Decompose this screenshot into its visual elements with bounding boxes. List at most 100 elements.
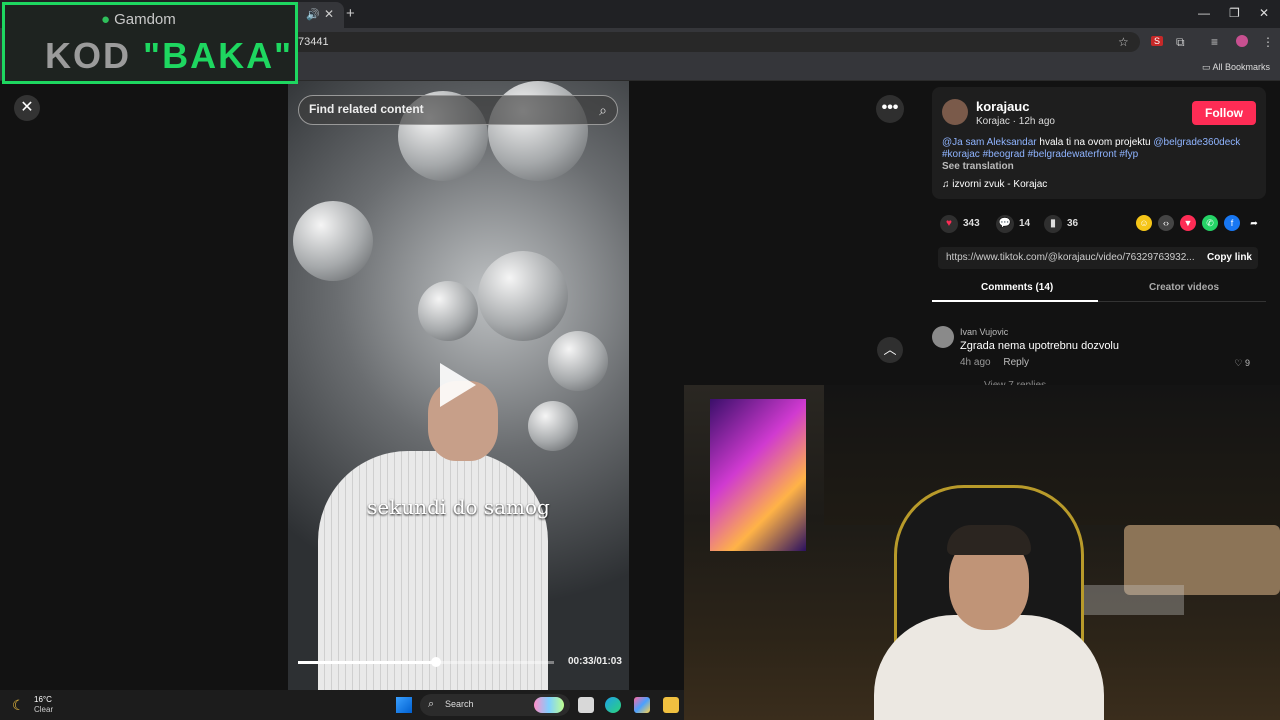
taskbar-search[interactable]: ⌕ Search	[420, 694, 570, 716]
close-tab-icon[interactable]: ✕	[324, 7, 334, 21]
balloon	[418, 281, 478, 341]
progress-fill	[298, 661, 437, 664]
windows-start-icon[interactable]	[396, 697, 412, 713]
author-username[interactable]: korajauc	[976, 99, 1029, 114]
mention-link[interactable]: @Ja sam Aleksandar	[942, 137, 1037, 148]
video-description: @Ja sam Aleksandar hvala ti na ovom proj…	[942, 137, 1258, 161]
comment-stat[interactable]: 💬 14	[996, 215, 1030, 233]
comment-text: Zgrada nema upotrebnu dozvolu	[960, 340, 1119, 352]
music-link[interactable]: ♫ izvorni zvuk - Korajac	[942, 179, 1047, 190]
hashtags[interactable]: #korajac #beograd #belgradewaterfront #f…	[942, 149, 1138, 160]
video-info-card: korajauc Korajac · 12h ago Follow @Ja sa…	[932, 87, 1266, 199]
related-search-input[interactable]	[309, 102, 579, 116]
commenter-avatar[interactable]	[932, 326, 954, 348]
active-tab-indicator	[932, 300, 1098, 302]
reply-button[interactable]: Reply	[1003, 357, 1029, 368]
whatsapp-icon[interactable]: ✆	[1202, 215, 1218, 231]
window-close-icon[interactable]: ✕	[1259, 6, 1269, 20]
share-link-text[interactable]: https://www.tiktok.com/@korajauc/video/7…	[946, 252, 1196, 263]
description-text: hvala ti na ovom projektu	[1036, 137, 1154, 148]
like-stat[interactable]: ♥ 343	[940, 215, 980, 233]
previous-video-button[interactable]: ︿	[877, 337, 903, 363]
related-search-box[interactable]: ⌕	[298, 95, 618, 125]
promo-code: KOD "BAKA"	[45, 35, 293, 77]
all-bookmarks-button[interactable]: ▭ All Bookmarks	[1202, 62, 1270, 73]
new-tab-icon[interactable]: +	[346, 5, 355, 22]
comment-count: 14	[1019, 218, 1031, 229]
copy-link-button[interactable]: Copy link	[1207, 252, 1252, 263]
minimize-icon[interactable]: —	[1198, 6, 1210, 20]
balloon	[528, 401, 578, 451]
balloon	[548, 331, 608, 391]
comment-icon[interactable]: 💬	[996, 215, 1014, 233]
webcam-table	[1084, 585, 1184, 615]
engagement-bar: ♥ 343 💬 14 ▮ 36 ☺ ‹› ▼ ✆ f ➦	[940, 213, 1270, 235]
music-label: izvorni zvuk - Korajac	[952, 179, 1048, 190]
video-caption: sekundi do samog	[367, 495, 550, 519]
facebook-icon[interactable]: f	[1224, 215, 1240, 231]
video-player[interactable]: ⌕ sekundi do samog 00:33/01:03	[288, 81, 629, 690]
author-avatar[interactable]	[942, 99, 968, 125]
panel-tabs: Comments (14) Creator videos	[932, 278, 1266, 302]
profile-avatar[interactable]	[1236, 35, 1248, 47]
comment-time: 4h ago	[960, 357, 991, 368]
heart-outline-icon[interactable]: ♡	[1234, 358, 1245, 368]
save-stat[interactable]: ▮ 36	[1044, 215, 1078, 233]
webcam-person-hair	[947, 525, 1031, 555]
paw-icon: ●	[101, 11, 111, 28]
speaker-icon[interactable]: 🔊	[306, 8, 320, 21]
media-control-icon[interactable]: ≡	[1211, 35, 1218, 49]
gamdom-logo: ● Gamdom	[101, 11, 176, 28]
emoji-share-icon[interactable]: ☺	[1136, 215, 1152, 231]
send-share-icon[interactable]: ▼	[1180, 215, 1196, 231]
play-icon[interactable]	[440, 363, 476, 407]
restore-icon[interactable]: ❐	[1229, 6, 1240, 20]
commenter-name[interactable]: Ivan Vujovic	[960, 327, 1008, 337]
extension-s-icon[interactable]: S	[1151, 36, 1164, 46]
music-note-icon: ♫	[942, 179, 953, 190]
comment-like[interactable]: ♡ 9	[1234, 358, 1250, 369]
kebab-menu-icon[interactable]: ⋮	[1262, 35, 1274, 49]
video-time: 00:33/01:03	[568, 656, 622, 667]
screen: 🔊 ✕ + — ❐ ✕ 73441 ☆ S ⧉ ≡ ⋮ ▭ All Bookma…	[0, 0, 1280, 720]
comment-item: Ivan Vujovic Zgrada nema upotrebnu dozvo…	[932, 326, 1266, 376]
bookmark-icon[interactable]: ▮	[1044, 215, 1062, 233]
all-bookmarks-label: All Bookmarks	[1212, 62, 1270, 72]
star-icon[interactable]: ☆	[1118, 35, 1129, 49]
promo-code-prefix: KOD	[45, 35, 143, 76]
search-highlight-icon	[534, 697, 564, 713]
address-bar[interactable]: 73441	[280, 32, 1140, 52]
extensions-icon[interactable]: ⧉	[1176, 35, 1185, 50]
close-video-button[interactable]: ✕	[14, 95, 40, 121]
webcam-tv-screen	[710, 399, 806, 551]
moon-weather-icon[interactable]: ☾	[12, 697, 25, 714]
address-text: 73441	[298, 36, 329, 48]
like-count: 343	[963, 218, 980, 229]
video-progress-bar[interactable]	[298, 657, 554, 667]
tab-creator-videos[interactable]: Creator videos	[1149, 282, 1219, 293]
embed-code-icon[interactable]: ‹›	[1158, 215, 1174, 231]
taskbar-search-label: Search	[445, 699, 474, 709]
balloon	[478, 251, 568, 341]
weather-temp[interactable]: 16°C	[34, 695, 52, 704]
copilot-icon[interactable]	[634, 697, 650, 713]
comment-like-count: 9	[1244, 358, 1250, 368]
windows-taskbar: ☾ 16°C Clear ⌕ Search	[0, 690, 684, 720]
search-icon[interactable]: ⌕	[599, 102, 607, 119]
mention-link[interactable]: @belgrade360deck	[1153, 137, 1240, 148]
webcam-overlay	[684, 385, 1280, 720]
balloon	[293, 201, 373, 281]
file-explorer-icon[interactable]	[663, 697, 679, 713]
folder-icon: ▭	[1201, 62, 1213, 72]
heart-icon[interactable]: ♥	[940, 215, 958, 233]
gamdom-promo-overlay: ● Gamdom KOD "BAKA"	[2, 2, 298, 84]
see-translation-link[interactable]: See translation	[942, 161, 1014, 172]
more-share-icon[interactable]: ➦	[1246, 215, 1262, 231]
task-view-icon[interactable]	[578, 697, 594, 713]
more-options-button[interactable]: •••	[876, 95, 904, 123]
search-icon: ⌕	[428, 698, 435, 710]
edge-browser-icon[interactable]	[605, 697, 621, 713]
tab-comments[interactable]: Comments (14)	[981, 282, 1053, 293]
save-count: 36	[1067, 218, 1079, 229]
follow-button[interactable]: Follow	[1192, 101, 1256, 125]
